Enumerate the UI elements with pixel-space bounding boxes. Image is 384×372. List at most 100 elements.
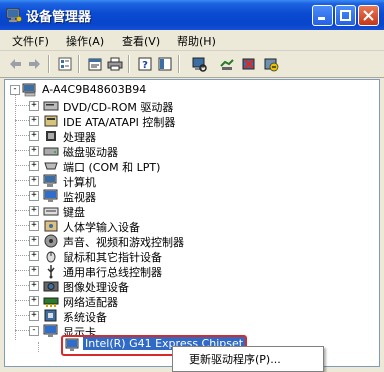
- expand-expander[interactable]: +: [29, 296, 39, 306]
- tree-guide-line: [15, 210, 29, 211]
- forward-button[interactable]: [26, 55, 44, 73]
- tree-category[interactable]: + 监视器: [5, 188, 379, 204]
- uninstall-icon: [242, 58, 255, 70]
- sound-icon: [44, 234, 58, 248]
- print-button[interactable]: [106, 55, 124, 73]
- context-menu: 更新驱动程序(P)...: [172, 346, 324, 372]
- collapse-expander[interactable]: -: [10, 85, 20, 95]
- forward-arrow-icon: [29, 59, 40, 69]
- mouse-icon: [46, 251, 56, 263]
- system-device-icon: [44, 309, 57, 322]
- back-button[interactable]: [6, 55, 24, 73]
- tree-category[interactable]: + 通用串行总线控制器: [5, 263, 379, 279]
- printer-icon: [107, 57, 123, 71]
- disable-device-button[interactable]: [262, 55, 280, 73]
- expand-expander[interactable]: +: [29, 146, 39, 156]
- ide-controller-icon: [44, 115, 58, 127]
- menu-action[interactable]: 操作(A): [66, 33, 104, 49]
- expand-expander[interactable]: +: [29, 221, 39, 231]
- disk-drive-icon: [43, 147, 59, 156]
- tree-category[interactable]: + 人体学输入设备: [5, 218, 379, 234]
- expand-expander[interactable]: +: [29, 161, 39, 171]
- tree-guide-line: [15, 105, 29, 106]
- back-arrow-icon: [10, 59, 21, 69]
- minimize-icon: [318, 17, 325, 20]
- tree-root[interactable]: - A-A4C9B48603B94: [5, 82, 379, 98]
- expand-expander[interactable]: +: [29, 311, 39, 321]
- tree-category[interactable]: + 键盘: [5, 203, 379, 219]
- tree-guide-line: [15, 270, 29, 271]
- close-button[interactable]: [358, 5, 379, 26]
- update-driver-icon: [220, 59, 234, 70]
- tree-category[interactable]: + 磁盘驱动器: [5, 143, 379, 159]
- tree-guide-line: [15, 135, 29, 136]
- tree-category[interactable]: + 处理器: [5, 128, 379, 144]
- up-level-button[interactable]: [56, 55, 74, 73]
- processor-icon: [46, 131, 56, 141]
- tree-category[interactable]: + 端口 (COM 和 LPT): [5, 158, 379, 174]
- dvd-drive-icon: [43, 101, 59, 111]
- tree-guide-line: [15, 240, 29, 241]
- port-icon: [44, 162, 58, 170]
- tree-guide-line: [15, 165, 29, 166]
- tree-category[interactable]: + 系统设备: [5, 308, 379, 324]
- menu-view[interactable]: 查看(V): [122, 33, 160, 49]
- tree-category[interactable]: + 图像处理设备: [5, 278, 379, 294]
- properties-icon: [88, 58, 102, 71]
- expand-expander[interactable]: +: [29, 206, 39, 216]
- expand-expander[interactable]: +: [29, 266, 39, 276]
- expand-expander[interactable]: +: [29, 251, 39, 261]
- toolbar-separator: [178, 55, 180, 73]
- expand-expander[interactable]: +: [29, 116, 39, 126]
- toolbar-separator: [78, 55, 80, 73]
- tree-guide-line: [15, 225, 29, 226]
- minimize-button[interactable]: [312, 5, 333, 26]
- usb-icon: [47, 265, 55, 279]
- tree-category[interactable]: + DVD/CD-ROM 驱动器: [5, 98, 379, 114]
- tree-category[interactable]: + 计算机: [5, 173, 379, 189]
- expand-expander[interactable]: +: [29, 281, 39, 291]
- title-bar[interactable]: 设备管理器: [0, 0, 384, 30]
- tree-guide-line: [15, 120, 29, 121]
- hid-icon: [44, 220, 58, 232]
- menu-bar: 文件(F) 操作(A) 查看(V) 帮助(H): [0, 30, 384, 51]
- menu-file[interactable]: 文件(F): [12, 33, 49, 49]
- toolbar-separator: [48, 55, 50, 73]
- device-tree[interactable]: - A-A4C9B48603B94 + DVD/CD-ROM 驱动器 + IDE AT…: [4, 79, 380, 367]
- update-driver-button[interactable]: [218, 55, 236, 73]
- computer-root-icon: [22, 83, 36, 97]
- tree-guide-line: [38, 342, 39, 352]
- expand-expander[interactable]: +: [29, 236, 39, 246]
- tree-guide-line: [15, 285, 29, 286]
- properties-button[interactable]: [86, 55, 104, 73]
- tree-root-label: A-A4C9B48603B94: [42, 83, 147, 96]
- expand-expander[interactable]: +: [29, 191, 39, 201]
- uninstall-button[interactable]: [240, 55, 258, 73]
- help-icon: ?: [138, 57, 152, 71]
- tree-category[interactable]: + 鼠标和其它指针设备: [5, 248, 379, 264]
- imaging-icon: [43, 281, 59, 292]
- view-toggle-button[interactable]: [156, 55, 174, 73]
- disable-device-icon: [264, 58, 279, 72]
- tree-category[interactable]: + IDE ATA/ATAPI 控制器: [5, 113, 379, 129]
- window-title: 设备管理器: [26, 10, 92, 25]
- network-adapter-icon: [43, 297, 59, 307]
- expand-expander[interactable]: +: [29, 176, 39, 186]
- computer-icon: [43, 174, 57, 187]
- menu-help[interactable]: 帮助(H): [177, 33, 216, 49]
- tree-category[interactable]: + 网络适配器: [5, 293, 379, 309]
- help-button[interactable]: ?: [136, 55, 154, 73]
- collapse-expander[interactable]: -: [29, 326, 39, 336]
- console-tree-icon: [158, 57, 172, 71]
- svg-text:?: ?: [142, 60, 148, 71]
- keyboard-icon: [43, 207, 59, 216]
- maximize-button[interactable]: [335, 5, 356, 26]
- toolbar-separator: [128, 55, 130, 73]
- tree-guide-line: [15, 150, 29, 151]
- scan-hardware-button[interactable]: [190, 55, 208, 73]
- update-driver-menu-item[interactable]: 更新驱动程序(P)...: [189, 351, 281, 367]
- tree-category[interactable]: + 声音、视频和游戏控制器: [5, 233, 379, 249]
- expand-expander[interactable]: +: [29, 101, 39, 111]
- expand-expander[interactable]: +: [29, 131, 39, 141]
- close-icon: [363, 10, 374, 21]
